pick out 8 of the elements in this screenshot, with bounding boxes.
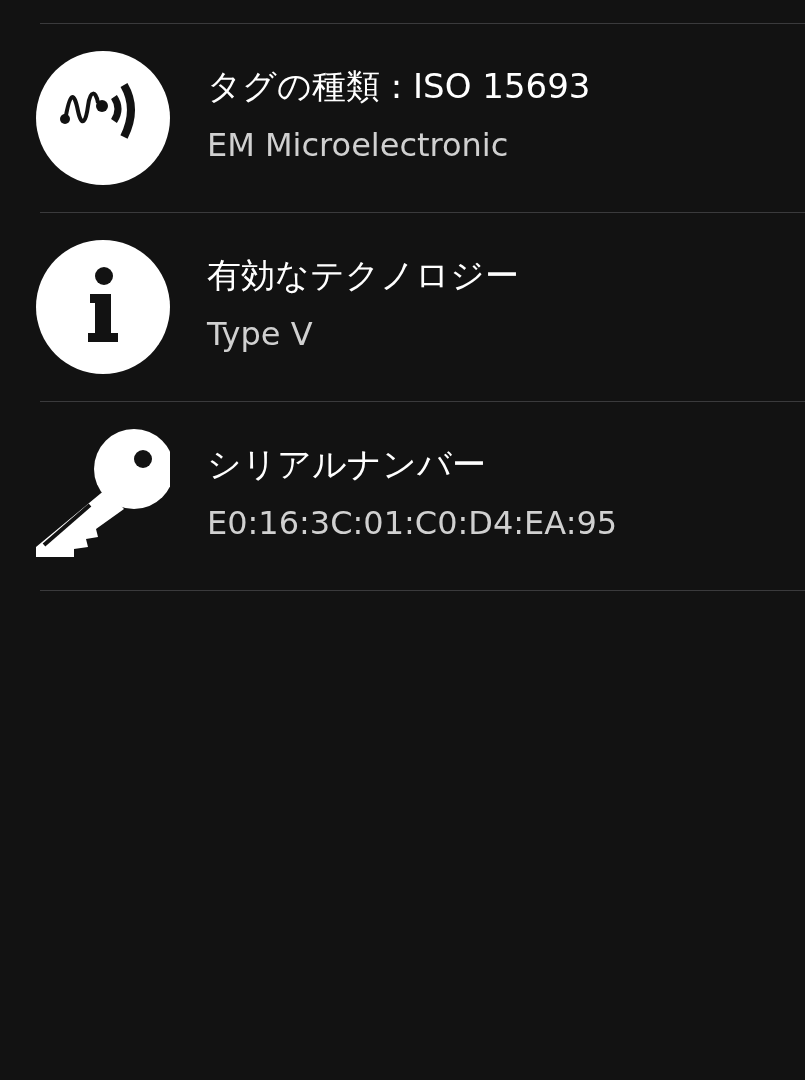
signal-wave-icon <box>36 51 170 185</box>
row-title: 有効なテクノロジー <box>207 255 519 295</box>
row-detail: E0:16:3C:01:C0:D4:EA:95 <box>207 504 618 542</box>
row-detail: Type V <box>207 315 314 353</box>
row-title: シリアルナンバー <box>207 444 487 484</box>
row-detail: EM Microelectronic <box>207 126 510 164</box>
info-icon <box>36 240 170 374</box>
row-title: タグの種類 : ISO 15693 <box>207 66 591 106</box>
